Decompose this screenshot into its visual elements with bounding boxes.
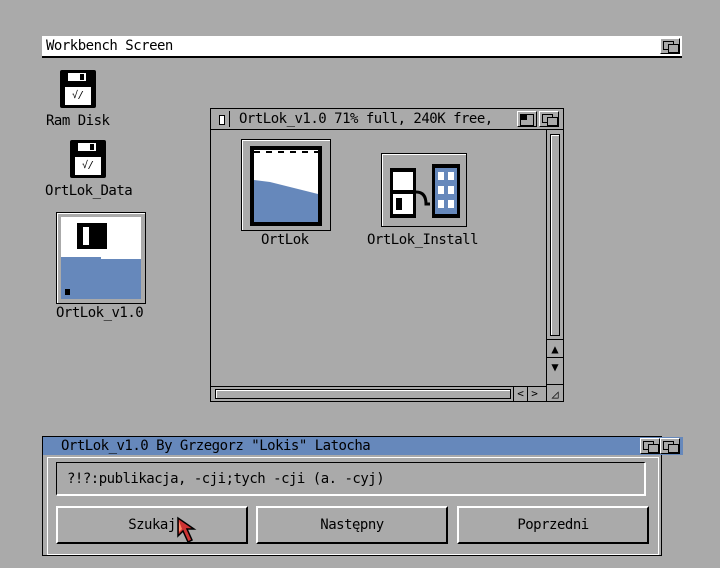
drawer-window[interactable]: OrtLok_v1.0 71% full, 240K free, OrtLok [210, 108, 564, 402]
dialog-body: ?!?:publikacja, -cji;tych -cji (a. -cyj)… [47, 457, 659, 555]
scroll-left-icon[interactable]: < [513, 387, 527, 401]
scroll-up-icon[interactable]: ▲ [547, 339, 563, 357]
dialog-depth-icon[interactable] [660, 438, 680, 454]
screen-title: Workbench Screen [46, 38, 173, 54]
ortlok-data-disk-icon[interactable]: √/ [68, 138, 110, 182]
ortlok-v1-disk-icon[interactable] [56, 212, 146, 304]
vertical-scrollbar[interactable]: ▲ ▼ ◿ [546, 130, 563, 402]
search-value: ?!?:publikacja, -cji;tych -cji (a. -cyj) [67, 471, 385, 487]
disk-picture [61, 217, 141, 299]
install-picture [386, 158, 462, 222]
vertical-scroll-knob[interactable] [550, 134, 560, 336]
next-button[interactable]: Następny [256, 506, 448, 544]
mouse-pointer-icon [177, 516, 197, 544]
drawer-title-bar[interactable]: OrtLok_v1.0 71% full, 240K free, [211, 109, 563, 130]
search-input[interactable]: ?!?:publikacja, -cji;tych -cji (a. -cyj) [56, 462, 646, 496]
close-icon[interactable] [213, 111, 230, 127]
resize-icon[interactable]: ◿ [547, 384, 563, 402]
search-button[interactable]: Szukaj [56, 506, 248, 544]
ortlok-program-icon[interactable] [241, 139, 331, 231]
horizontal-scroll-knob[interactable] [215, 389, 511, 399]
ortlok-program-label[interactable]: OrtLok [261, 232, 309, 248]
screen-depth-gadget[interactable] [660, 38, 680, 54]
horizontal-scrollbar[interactable]: < > [211, 386, 547, 401]
ortlok-dialog[interactable]: OrtLok_v1.0 By Grzegorz "Lokis" Latocha … [42, 436, 683, 556]
previous-button[interactable]: Poprzedni [457, 506, 649, 544]
scroll-down-icon[interactable]: ▼ [547, 357, 563, 375]
ortlok-data-label[interactable]: OrtLok_Data [45, 183, 133, 199]
dialog-title: OrtLok_v1.0 By Grzegorz "Lokis" Latocha [61, 438, 371, 454]
program-picture [250, 146, 322, 226]
ortlok-install-label[interactable]: OrtLok_Install [367, 232, 479, 248]
depth-icon[interactable] [539, 111, 559, 127]
ortlok-v1-label[interactable]: OrtLok_v1.0 [56, 305, 144, 321]
dialog-title-bar[interactable]: OrtLok_v1.0 By Grzegorz "Lokis" Latocha [43, 437, 683, 455]
ram-disk-label[interactable]: Ram Disk [46, 113, 110, 129]
scroll-right-icon[interactable]: > [527, 387, 541, 401]
screen-title-bar[interactable]: Workbench Screen [42, 36, 682, 58]
zoom-icon[interactable] [517, 111, 537, 127]
ram-disk-icon[interactable]: √/ [58, 68, 100, 112]
drawer-title: OrtLok_v1.0 71% full, 240K free, [239, 111, 493, 127]
ortlok-install-icon[interactable] [381, 153, 467, 227]
dialog-zoom-icon[interactable] [640, 438, 660, 454]
